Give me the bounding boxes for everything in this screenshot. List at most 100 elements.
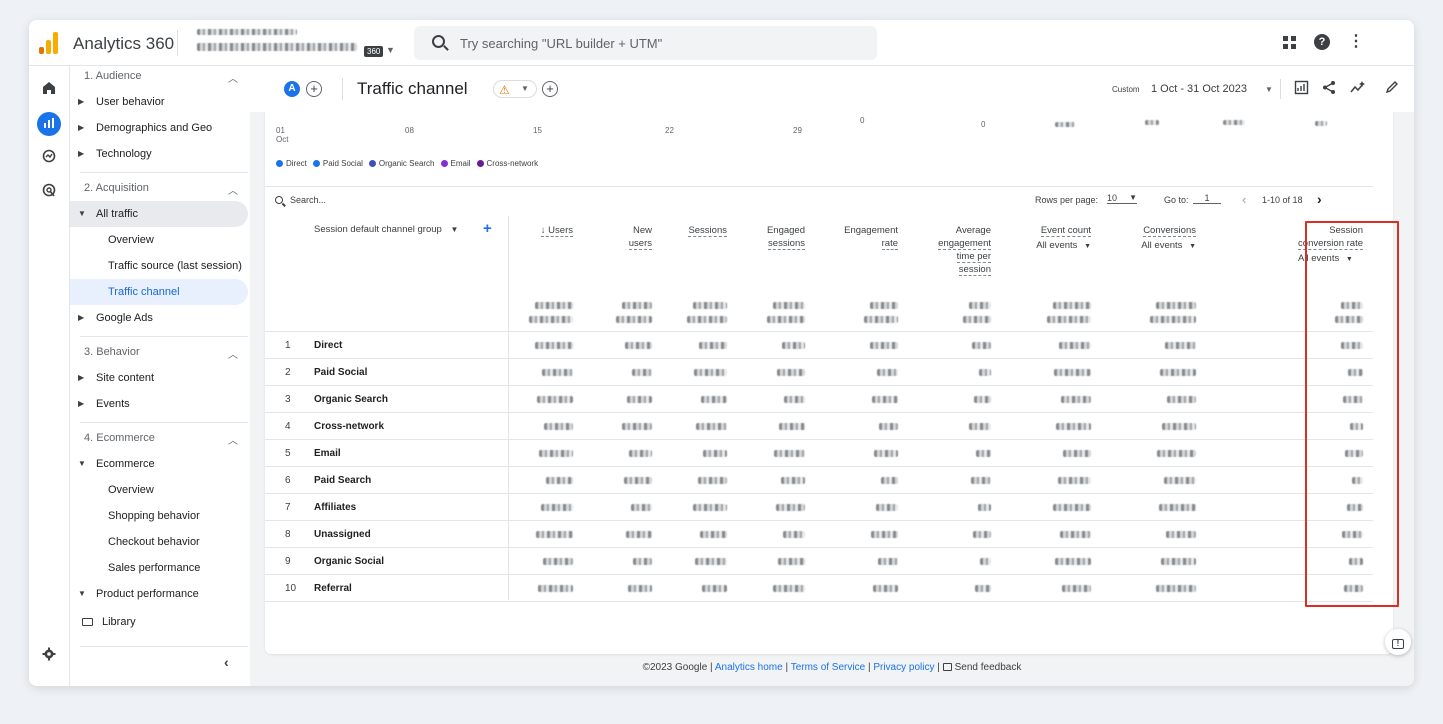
dimension-header[interactable]: Session default channel group ▼ xyxy=(314,224,458,235)
table-row[interactable]: 1 Direct xyxy=(265,332,1373,359)
previous-page-icon[interactable]: ‹ xyxy=(1242,192,1246,207)
table-row[interactable]: 4 Cross-network xyxy=(265,413,1373,440)
caret-down-icon[interactable]: ▼ xyxy=(1265,85,1273,94)
chevron-up-icon[interactable]: ︿ xyxy=(228,346,238,361)
next-page-icon[interactable]: › xyxy=(1317,191,1322,207)
column-header-sessions[interactable]: Sessions xyxy=(688,224,727,237)
table-row[interactable]: 2 Paid Social xyxy=(265,359,1373,386)
legend-item[interactable]: Email xyxy=(440,159,471,168)
sidebar-item-user-behavior[interactable]: ▶ User behavior xyxy=(70,89,248,115)
legend-item[interactable]: Cross-network xyxy=(476,159,538,168)
column-header-engaged-sessions[interactable]: Engaged sessions xyxy=(767,224,805,250)
legend-item[interactable]: Paid Social xyxy=(312,159,363,168)
cell-value-redacted xyxy=(693,504,727,511)
column-header-event-count[interactable]: Event count All events ▼ xyxy=(1036,224,1091,253)
chevron-right-icon: ▶ xyxy=(78,399,85,408)
chevron-up-icon[interactable]: ︿ xyxy=(228,432,238,447)
column-header-engagement-rate[interactable]: Engagement rate xyxy=(844,224,898,250)
search-input[interactable]: Try searching "URL builder + UTM" xyxy=(460,36,662,51)
table-row[interactable]: 10 Referral xyxy=(265,575,1373,602)
sidebar-item-all-traffic[interactable]: ▼ All traffic xyxy=(70,201,248,227)
share-icon[interactable] xyxy=(1322,80,1337,99)
column-header-conversions[interactable]: Conversions All events ▼ xyxy=(1141,224,1196,253)
row-channel-name[interactable]: Unassigned xyxy=(314,529,371,540)
sidebar-item-overview[interactable]: Overview xyxy=(70,227,248,253)
section-audience[interactable]: 1. Audience xyxy=(84,70,142,82)
collapse-sidebar-icon[interactable]: ‹ xyxy=(224,654,229,670)
row-channel-name[interactable]: Referral xyxy=(314,583,352,594)
section-acquisition[interactable]: 2. Acquisition xyxy=(84,182,149,194)
sidebar-item-shopping-behavior[interactable]: Shopping behavior xyxy=(70,503,248,529)
sidebar-item-checkout-behavior[interactable]: Checkout behavior xyxy=(70,529,248,555)
table-row[interactable]: 9 Organic Social xyxy=(265,548,1373,575)
table-search-input[interactable]: Search... xyxy=(290,195,326,205)
table-row[interactable]: 3 Organic Search xyxy=(265,386,1373,413)
sidebar-item-demographics[interactable]: ▶ Demographics and Geo xyxy=(70,115,248,141)
sidebar-item-traffic-channel[interactable]: Traffic channel xyxy=(70,279,248,305)
row-channel-name[interactable]: Email xyxy=(314,448,341,459)
more-vert-icon[interactable]: ⋮ xyxy=(1348,34,1364,50)
help-icon[interactable]: ? xyxy=(1314,34,1330,50)
table-row[interactable]: 7 Affiliates xyxy=(265,494,1373,521)
add-dimension-icon[interactable]: + xyxy=(483,220,492,237)
column-header-users[interactable]: ↓ Users xyxy=(540,224,573,237)
customize-report-icon[interactable] xyxy=(1294,80,1309,99)
sidebar-item-ecommerce[interactable]: ▼ Ecommerce xyxy=(70,451,248,477)
event-filter-select[interactable]: All events ▼ xyxy=(1036,239,1091,253)
sidebar-item-site-content[interactable]: ▶ Site content xyxy=(70,365,248,391)
chevron-up-icon[interactable]: ︿ xyxy=(228,182,238,197)
sidebar-item-google-ads[interactable]: ▶ Google Ads xyxy=(70,305,248,331)
table-row[interactable]: 8 Unassigned xyxy=(265,521,1373,548)
row-channel-name[interactable]: Affiliates xyxy=(314,502,356,513)
sidebar-item-events[interactable]: ▶ Events xyxy=(70,391,248,417)
table-row[interactable]: 5 Email xyxy=(265,440,1373,467)
sidebar-item-library[interactable]: Library xyxy=(70,609,248,635)
advertising-icon[interactable] xyxy=(37,180,61,204)
explore-icon[interactable] xyxy=(37,146,61,170)
column-header-new-users[interactable]: New users xyxy=(628,224,652,250)
legend-item[interactable]: Organic Search xyxy=(368,159,435,168)
reports-icon[interactable] xyxy=(37,112,61,136)
sidebar-item-sales-performance[interactable]: Sales performance xyxy=(70,555,248,581)
edit-pencil-icon[interactable] xyxy=(1385,80,1399,98)
event-filter-select[interactable]: All events ▼ xyxy=(1141,239,1196,253)
table-row[interactable]: 6 Paid Search xyxy=(265,467,1373,494)
feedback-link[interactable]: Send feedback xyxy=(942,662,1021,673)
total-percent-redacted xyxy=(1047,316,1091,323)
row-channel-name[interactable]: Cross-network xyxy=(314,421,384,432)
row-channel-name[interactable]: Paid Social xyxy=(314,367,367,378)
legend-item[interactable]: Direct xyxy=(276,159,307,168)
feedback-button[interactable]: ! xyxy=(1385,629,1411,655)
row-channel-name[interactable]: Paid Search xyxy=(314,475,371,486)
home-icon[interactable] xyxy=(37,78,61,102)
apps-grid-icon[interactable] xyxy=(1283,35,1296,49)
privacy-link[interactable]: Privacy policy xyxy=(873,662,934,673)
rows-per-page-select[interactable]: 10 ▼ xyxy=(1107,193,1137,204)
insights-icon[interactable] xyxy=(1350,80,1366,99)
goto-page-input[interactable]: 1 xyxy=(1193,193,1221,204)
row-channel-name[interactable]: Organic Search xyxy=(314,394,388,405)
section-ecommerce[interactable]: 4. Ecommerce xyxy=(84,432,155,444)
search-bar[interactable]: Try searching "URL builder + UTM" xyxy=(414,26,877,60)
analytics-logo-icon[interactable] xyxy=(39,32,61,54)
sidebar-item-product-performance[interactable]: ▼ Product performance xyxy=(70,581,248,607)
chevron-up-icon[interactable]: ︿ xyxy=(228,70,238,85)
add-filter-icon[interactable]: + xyxy=(542,81,558,97)
feedback-icon: ! xyxy=(1392,639,1404,649)
row-channel-name[interactable]: Direct xyxy=(314,340,342,351)
sidebar-item-traffic-source[interactable]: Traffic source (last session) xyxy=(70,253,248,279)
sidebar-item-ecommerce-overview[interactable]: Overview xyxy=(70,477,248,503)
settings-gear-icon[interactable] xyxy=(37,644,61,668)
comparison-avatar[interactable]: A xyxy=(284,81,300,97)
date-range-picker[interactable]: 1 Oct - 31 Oct 2023 xyxy=(1151,83,1247,95)
row-channel-name[interactable]: Organic Social xyxy=(314,556,384,567)
add-comparison-icon[interactable]: + xyxy=(306,81,322,97)
analytics-home-link[interactable]: Analytics home xyxy=(715,662,783,673)
column-header-avg-engagement-time[interactable]: Average engagement time per session xyxy=(938,224,991,276)
page-range: 1-10 of 18 xyxy=(1262,195,1303,205)
data-quality-chip[interactable]: ⚠ ▼ xyxy=(493,80,537,98)
sidebar-item-technology[interactable]: ▶ Technology xyxy=(70,141,248,167)
section-behavior[interactable]: 3. Behavior xyxy=(84,346,140,358)
terms-link[interactable]: Terms of Service xyxy=(791,662,865,673)
account-selector[interactable]: 360 ▼ xyxy=(189,26,395,60)
